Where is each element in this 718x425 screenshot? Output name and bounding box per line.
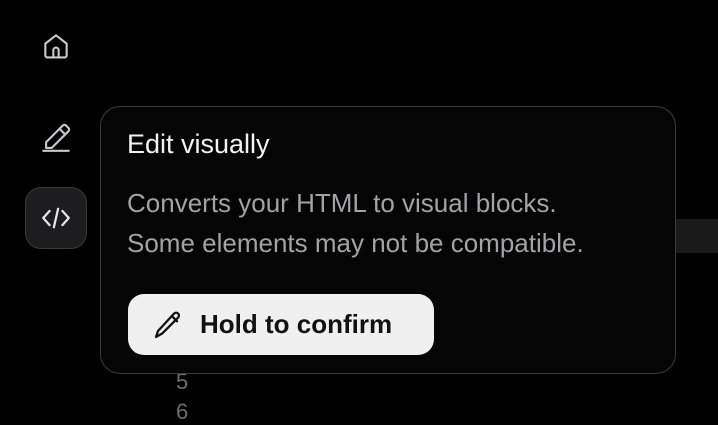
popover-title: Edit visually	[127, 129, 270, 159]
nav-home-button[interactable]	[25, 15, 87, 77]
popover-description-line: Converts your HTML to visual blocks.	[127, 188, 557, 218]
home-icon	[44, 34, 68, 59]
code-icon	[42, 207, 70, 229]
popover-description-line: Some elements may not be compatible.	[127, 228, 584, 258]
pencil-icon	[154, 311, 181, 338]
hold-to-confirm-button[interactable]: Hold to confirm	[128, 294, 434, 355]
nav-code-button[interactable]	[25, 187, 87, 249]
popover-description: Converts your HTML to visual blocks. Som…	[127, 183, 667, 263]
nav-edit-button[interactable]	[25, 107, 87, 169]
pencil-icon	[42, 123, 71, 152]
hold-to-confirm-label: Hold to confirm	[200, 309, 393, 339]
edit-visually-popover: Edit visually Converts your HTML to visu…	[100, 106, 676, 374]
line-number: 6	[176, 399, 189, 424]
